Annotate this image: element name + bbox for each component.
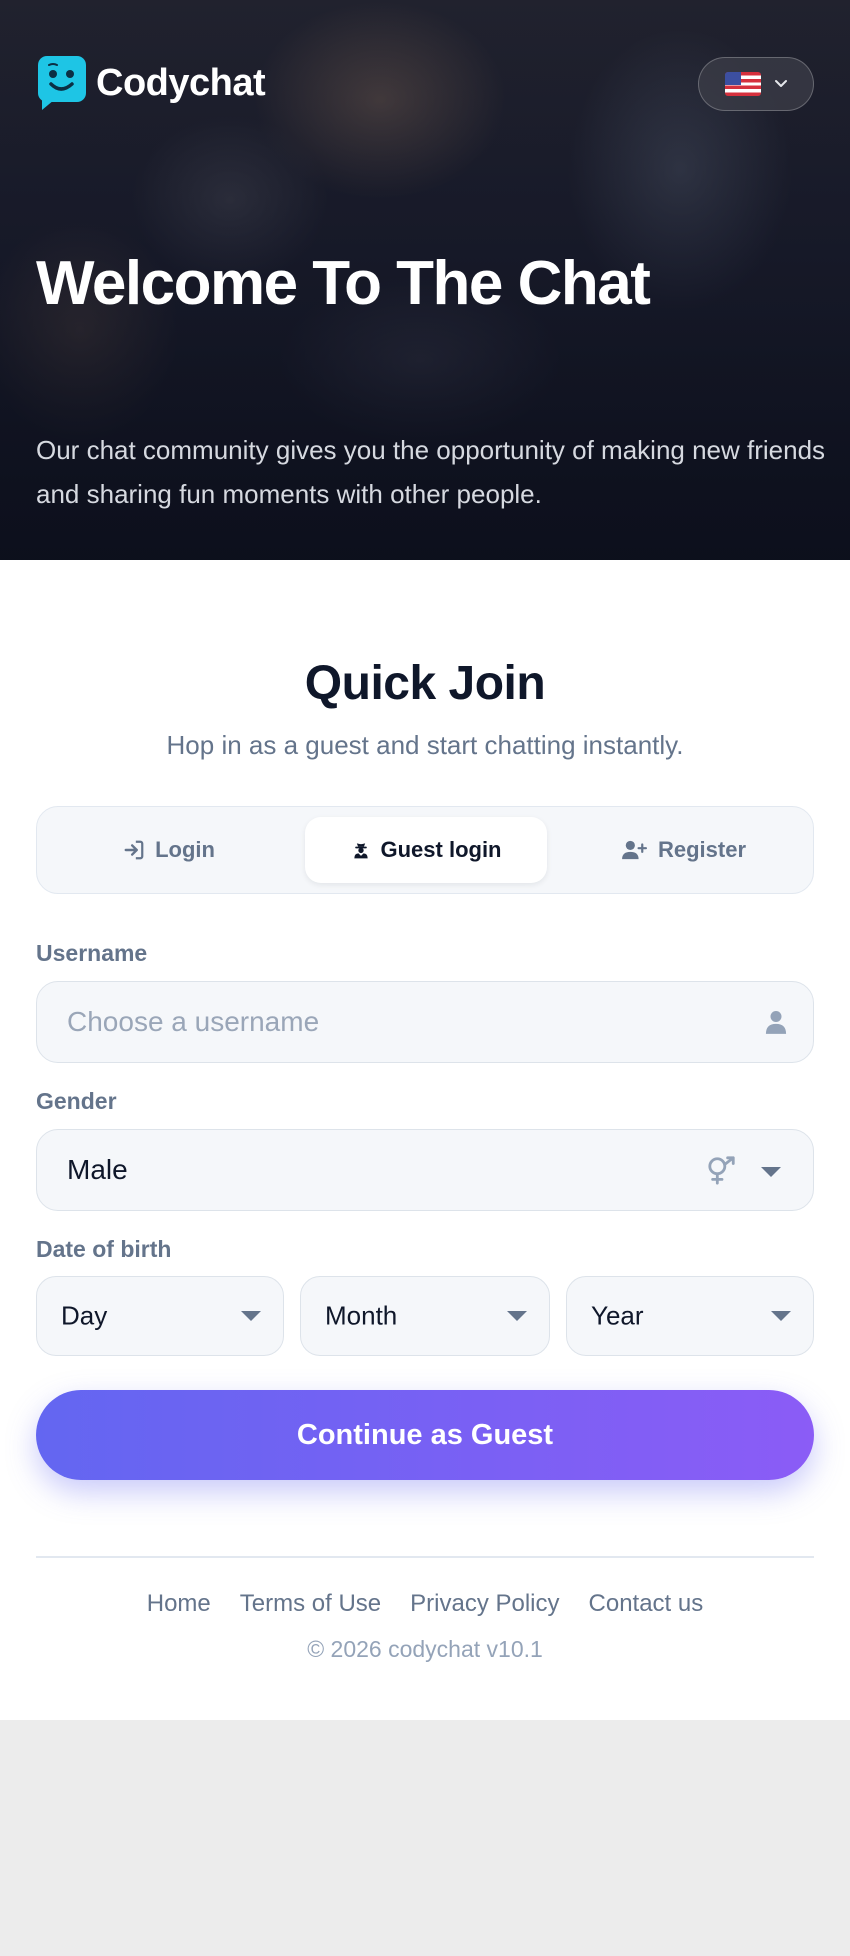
hero-banner: Codychat Welcome To The Chat Our chat co… xyxy=(0,0,850,560)
continue-as-guest-button[interactable]: Continue as Guest xyxy=(36,1390,814,1480)
quick-join-title: Quick Join xyxy=(304,657,546,710)
footer-links: Home Terms of Use Privacy Policy Contact… xyxy=(0,1590,850,1618)
brand-name: Codychat xyxy=(96,61,266,104)
month-select[interactable]: Month xyxy=(300,1276,550,1356)
gender-value: Male xyxy=(67,1154,128,1185)
caret-down-icon xyxy=(761,1167,781,1177)
hero-title: Welcome To The Chat xyxy=(36,249,651,318)
gender-select[interactable]: Male xyxy=(36,1129,814,1211)
year-value: Year xyxy=(591,1300,644,1331)
top-bar: Codychat xyxy=(36,54,814,112)
gender-icon xyxy=(708,1156,735,1185)
footer-link-contact[interactable]: Contact us xyxy=(589,1590,704,1618)
auth-tabs: Login Guest login Register xyxy=(36,806,814,894)
tab-label-register: Register xyxy=(657,837,747,862)
user-plus-icon xyxy=(622,840,647,860)
day-select[interactable]: Day xyxy=(36,1276,284,1356)
tab-login[interactable]: Login xyxy=(49,817,289,883)
user-icon xyxy=(765,1011,787,1034)
quick-join-panel: Quick Join Hop in as a guest and start c… xyxy=(0,560,850,1720)
footer-divider xyxy=(36,1556,814,1558)
username-input[interactable] xyxy=(37,982,813,1062)
tab-register[interactable]: Register xyxy=(563,817,803,883)
month-value: Month xyxy=(325,1300,398,1331)
footer-link-home[interactable]: Home xyxy=(147,1590,211,1618)
language-selector[interactable] xyxy=(698,57,814,111)
quick-join-subtitle: Hop in as a guest and start chatting ins… xyxy=(166,730,684,760)
dob-label: Date of birth xyxy=(36,1236,172,1262)
caret-down-icon xyxy=(507,1311,527,1321)
tab-guest-login[interactable]: Guest login xyxy=(305,817,547,883)
brand-logo[interactable]: Codychat xyxy=(36,54,266,112)
tab-label-login: Login xyxy=(155,837,215,862)
copyright: © 2026 codychat v10.1 xyxy=(307,1636,543,1662)
username-label: Username xyxy=(36,940,148,966)
hero-subtitle: Our chat community gives you the opportu… xyxy=(36,435,826,509)
tab-label-guest-login: Guest login xyxy=(380,837,502,862)
us-flag-icon xyxy=(725,72,761,96)
gender-label: Gender xyxy=(36,1088,117,1114)
sign-in-icon xyxy=(124,840,144,860)
year-select[interactable]: Year xyxy=(566,1276,814,1356)
footer-link-terms[interactable]: Terms of Use xyxy=(240,1590,381,1618)
day-value: Day xyxy=(61,1300,108,1331)
user-secret-icon xyxy=(353,843,368,859)
username-field xyxy=(36,981,814,1063)
caret-down-icon xyxy=(771,1311,791,1321)
chevron-down-icon xyxy=(775,80,787,87)
chat-bubble-logo-icon xyxy=(38,56,86,110)
footer-link-privacy[interactable]: Privacy Policy xyxy=(410,1590,559,1618)
caret-down-icon xyxy=(241,1311,261,1321)
